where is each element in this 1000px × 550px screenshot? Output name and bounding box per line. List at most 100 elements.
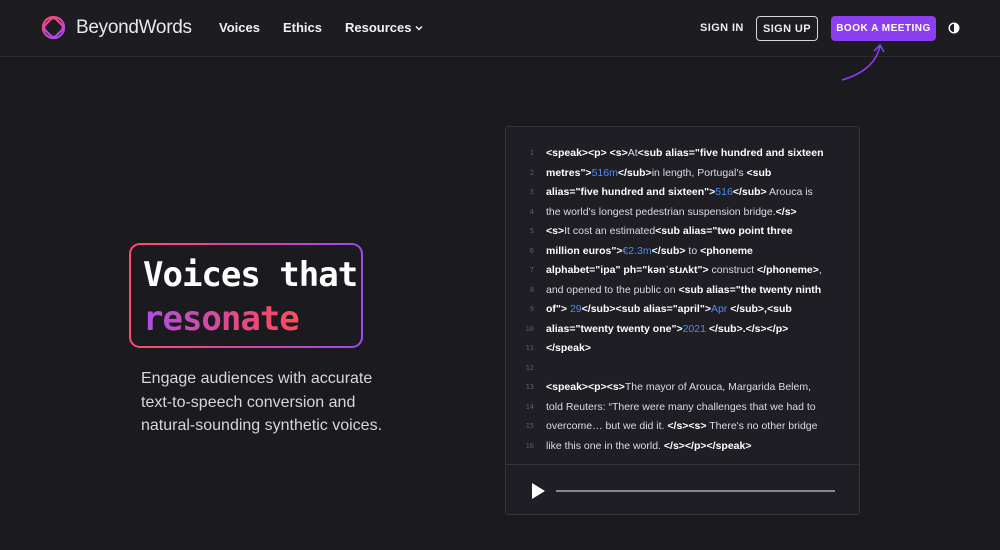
line-number: 10 [525, 324, 534, 333]
ssml-tag: <sub alias="two point three [655, 225, 793, 237]
ssml-tag: </sub> [651, 244, 686, 257]
ssml-tag: </s><s> [667, 420, 707, 432]
code-line: 12 [506, 360, 859, 380]
line-number: 2 [529, 168, 534, 177]
plain-text: It cost an estimated [564, 225, 656, 237]
line-content: million euros">€2.3m</sub> to <phoneme [546, 245, 753, 257]
sign-up-label: SIGN UP [762, 22, 812, 35]
line-number: 5 [529, 227, 534, 235]
nav-item-voices[interactable]: Voices [219, 20, 260, 35]
code-line: 16 like this one in the world. </s></p></… [506, 438, 859, 458]
play-icon[interactable] [530, 482, 546, 500]
ssml-tag: alias="five hundred and sixteen"> [546, 186, 716, 198]
ssml-tag: million euros"> [546, 244, 623, 257]
beyondwords-logo-icon [41, 15, 66, 40]
brand-name: BeyondWords [76, 16, 192, 38]
code-line: 1 <speak><p> <s>At<sub alias="five hundre… [506, 145, 859, 165]
ssml-value: Apr [710, 303, 728, 315]
plain-text: The mayor of Arouca, Margarida Belem, [624, 381, 811, 393]
line-content: like this one in the world. </s></p></sp… [546, 440, 751, 452]
line-number: 13 [525, 383, 534, 391]
code-line: 2 metres">516m</sub>in length, Portugal's… [506, 165, 859, 185]
line-content: alias="five hundred and sixteen">516</su… [546, 186, 813, 198]
line-content: and opened to the public on <sub alias="… [546, 284, 821, 296]
ssml-code-panel: 1 <speak><p> <s>At<sub alias="five hundre… [505, 126, 860, 515]
line-content: <speak><p> <s>At<sub alias="five hundred… [546, 147, 824, 159]
headline-line-2: resonate [143, 299, 300, 339]
plain-text: like this one in the world. [546, 439, 664, 452]
plain-text: told Reuters: “There were many challenge… [546, 400, 816, 413]
code-line: 8 and opened to the public on <sub alias=… [506, 282, 859, 302]
ssml-value: 516m [591, 166, 618, 179]
line-content: told Reuters: “There were many challenge… [546, 401, 816, 413]
ssml-tag: alphabet="ipa" ph="kənˈstɹʌkt"> [546, 264, 709, 276]
code-line: 5 <s>It cost an estimated<sub alias="two … [506, 223, 859, 243]
line-number: 11 [525, 344, 534, 352]
book-meeting-button[interactable]: BOOK A MEETING [831, 16, 936, 41]
line-number: 1 [529, 149, 534, 157]
ssml-tag: <sub alias="the twenty ninth [678, 283, 822, 296]
ssml-tag: </sub>,<sub [727, 303, 792, 315]
plain-text: construct [708, 264, 758, 276]
line-number: 16 [525, 441, 534, 450]
line-number: 15 [525, 422, 534, 430]
line-content: <speak><p><s>The mayor of Arouca, Margar… [546, 381, 811, 393]
nav-item-label: Ethics [282, 20, 322, 35]
code-lines: 1 <speak><p> <s>At<sub alias="five hundre… [506, 145, 859, 457]
line-number: 12 [525, 363, 534, 372]
book-meeting-label: BOOK A MEETING [836, 23, 931, 34]
ssml-tag: <phoneme [700, 244, 753, 257]
ssml-tag: </s></p></speak> [663, 439, 752, 452]
decorative-arrow-icon [841, 43, 885, 81]
contrast-icon[interactable] [948, 22, 960, 34]
plain-text: in length, Portugal's [651, 166, 747, 179]
code-line: 6 million euros">€2.3m</sub> to <phoneme [506, 243, 859, 263]
ssml-tag: </s> [775, 205, 797, 218]
ssml-tag: <speak><p> <s> [546, 147, 628, 159]
ssml-value: 2021 [682, 322, 706, 335]
sign-up-button[interactable]: SIGN UP [756, 16, 818, 41]
code-line: 10 alias="twenty twenty one">2021 </sub>.… [506, 321, 859, 341]
code-line: 4 the world's longest pedestrian suspensi… [506, 204, 859, 224]
plain-text: At [627, 147, 638, 159]
ssml-tag: of"> [546, 303, 568, 315]
line-content: </speak> [546, 342, 591, 354]
line-number: 4 [529, 207, 534, 216]
main-nav: Voices Ethics Resources [219, 20, 446, 35]
audio-progress-track[interactable] [556, 490, 835, 492]
nav-item-label: Voices [219, 20, 260, 35]
ssml-value: 516 [715, 186, 733, 198]
nav-item-resources[interactable]: Resources [345, 20, 423, 35]
plain-text: Arouca is [766, 186, 813, 198]
code-line: 9 of"> 29</sub><sub alias="april">Apr </s… [506, 301, 859, 321]
nav-item-ethics[interactable]: Ethics [283, 20, 322, 35]
ssml-tag: </sub> [617, 166, 652, 179]
ssml-tag: </sub> [732, 186, 767, 198]
plain-text: overcome… but we did it. [546, 420, 668, 432]
code-line: 14 told Reuters: “There were many challen… [506, 399, 859, 419]
plain-text: There's no other bridge [706, 420, 818, 432]
line-content: overcome… but we did it. </s><s> There's… [546, 420, 817, 432]
plain-text: to [685, 244, 701, 257]
line-number: 9 [529, 305, 534, 313]
code-line: 15 overcome… but we did it. </s><s> There… [506, 418, 859, 438]
hero-subtext: Engage audiences with accurate text-to-s… [141, 370, 383, 434]
sign-in-link[interactable]: SIGN IN [700, 22, 744, 34]
line-content: the world's longest pedestrian suspensio… [546, 206, 797, 218]
line-content: alphabet="ipa" ph="kənˈstɹʌkt"> construc… [546, 264, 822, 276]
code-line: 7 alphabet="ipa" ph="kənˈstɹʌkt"> constru… [506, 262, 859, 282]
line-content: of"> 29</sub><sub alias="april">Apr </su… [546, 303, 792, 315]
headline-frame: Voices that resonate [129, 243, 363, 348]
chevron-down-icon [415, 25, 423, 31]
line-content: metres">516m</sub>in length, Portugal's … [546, 167, 771, 179]
code-line: 11 </speak> [506, 340, 859, 360]
ssml-tag: </sub><sub alias="april"> [581, 303, 711, 315]
ssml-tag: alias="twenty twenty one"> [546, 322, 683, 335]
logo[interactable]: BeyondWords [40, 14, 192, 41]
ssml-tag: metres"> [546, 166, 592, 179]
headline-line-1: Voices that [143, 255, 358, 295]
ssml-tag: </sub>.</s></p> [705, 322, 789, 335]
ssml-tag: </phoneme> [757, 264, 819, 276]
ssml-tag: <sub [746, 166, 772, 179]
plain-text: and opened to the public on [546, 283, 679, 296]
